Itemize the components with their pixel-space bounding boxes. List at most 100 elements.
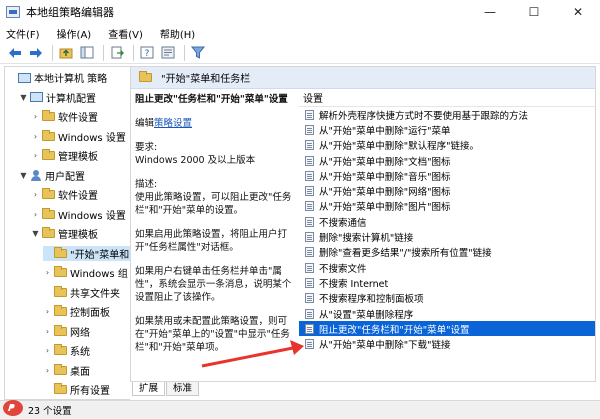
setting-title: 阻止更改"任务栏和"开始"菜单"设置 [135, 94, 288, 105]
export-list-button[interactable] [108, 44, 126, 62]
setting-row[interactable]: 不搜索文件 [299, 260, 595, 275]
tree-item[interactable]: › 网络 [43, 324, 130, 339]
up-one-level-button[interactable] [57, 44, 75, 62]
settings-column-header[interactable]: 设置 [299, 89, 595, 107]
tab-extended[interactable]: 扩展 [132, 382, 166, 396]
tab-standard[interactable]: 标准 [166, 382, 200, 396]
tree-item-label: Windows 设置 [58, 210, 126, 222]
tree-item-label: 软件设置 [58, 113, 98, 124]
minimize-button[interactable]: — [468, 0, 512, 24]
expand-chevron-icon[interactable]: ▼ [19, 171, 28, 180]
help-button[interactable]: ? [138, 44, 156, 62]
toolbar: ? [0, 42, 600, 64]
window-title: 本地组策略编辑器 [26, 6, 114, 19]
tree-item-label: 管理模板 [58, 152, 98, 163]
status-bar: 23 个设置 [0, 400, 600, 419]
setting-row[interactable]: 删除"搜索计算机"链接 [299, 229, 595, 244]
tree-item[interactable]: › 系统 [43, 343, 130, 358]
setting-row[interactable]: 从"开始"菜单中删除"默认程序"链接。 [299, 138, 595, 153]
close-button[interactable]: ✕ [556, 0, 600, 24]
setting-row[interactable]: 不搜索 Internet [299, 275, 595, 290]
maximize-button[interactable]: ☐ [512, 0, 556, 24]
toolbar-separator [103, 44, 104, 61]
expand-chevron-icon[interactable]: › [43, 307, 52, 316]
setting-label: 不搜索文件 [319, 263, 367, 275]
setting-label: 从"开始"菜单中删除"图片"图标 [319, 202, 451, 214]
setting-row[interactable]: 从"开始"菜单中删除"文档"图标 [299, 153, 595, 168]
setting-row[interactable]: 从"开始"菜单中删除"图片"图标 [299, 199, 595, 214]
policy-setting-icon [305, 109, 314, 120]
expand-chevron-icon[interactable]: ▼ [19, 93, 28, 102]
expand-chevron-icon[interactable]: › [31, 190, 40, 199]
policy-editor-app-icon [6, 6, 20, 18]
policy-setting-icon [305, 170, 314, 181]
folder-icon [54, 246, 67, 258]
tree-item[interactable]: › 软件设置 [31, 109, 130, 124]
setting-row[interactable]: 不搜索通信 [299, 214, 595, 229]
menu-help[interactable]: 帮助(H) [160, 26, 195, 41]
menu-view[interactable]: 查看(V) [108, 26, 143, 41]
tree-item-label: 系统 [70, 347, 90, 358]
expand-chevron-icon[interactable]: › [31, 151, 40, 160]
tree-item[interactable]: › 桌面 [43, 363, 130, 378]
folder-icon [54, 305, 67, 316]
setting-row[interactable]: 删除"查看更多结果"/"搜索所有位置"链接 [299, 245, 595, 260]
expand-chevron-icon[interactable]: › [43, 366, 52, 375]
description-disabled: 如果禁用或未配置此策略设置，则可在"开始"菜单上的"设置"中显示"任务栏"和"开… [135, 316, 290, 353]
properties-button[interactable] [159, 44, 177, 62]
menu-action[interactable]: 操作(A) [57, 26, 92, 41]
setting-row[interactable]: 从"开始"菜单中删除"运行"菜单 [299, 122, 595, 137]
policy-setting-icon [305, 308, 314, 319]
tree-item[interactable]: › 管理模板 [31, 148, 130, 163]
tree-item[interactable]: ▼ 管理模板 [31, 226, 130, 241]
setting-row[interactable]: 从"开始"菜单中删除"下载"链接 [299, 336, 595, 351]
tree-item[interactable]: › 软件设置 [31, 187, 130, 202]
setting-label: 从"开始"菜单中删除"音乐"图标 [319, 171, 451, 183]
properties-icon [161, 46, 175, 59]
setting-label: 不搜索通信 [319, 217, 367, 229]
show-hide-tree-button[interactable] [78, 44, 96, 62]
setting-row[interactable]: 不搜索程序和控制面板项 [299, 291, 595, 306]
setting-label: 删除"查看更多结果"/"搜索所有位置"链接 [319, 248, 492, 260]
back-arrow-icon [9, 47, 21, 58]
expand-chevron-icon[interactable]: › [31, 112, 40, 121]
forward-button[interactable] [27, 44, 45, 62]
edit-policy-link[interactable]: 策略设置 [154, 118, 192, 129]
tree-item[interactable]: › Windows 设置 [31, 207, 130, 222]
description-text: 使用此策略设置，可以阻止更改"任务栏"和"开始"菜单的设置。 [135, 192, 292, 216]
menu-file[interactable]: 文件(F) [6, 26, 40, 41]
expand-chevron-icon[interactable]: › [43, 327, 52, 336]
setting-row[interactable]: 解析外壳程序快捷方式时不要使用基于跟踪的方法 [299, 107, 595, 122]
expand-chevron-icon[interactable]: › [31, 210, 40, 219]
folder-icon [54, 285, 67, 297]
folder-icon [54, 266, 67, 277]
tree-item[interactable]: ▼ 计算机配置 [19, 90, 130, 105]
window-controls: — ☐ ✕ [468, 0, 600, 24]
setting-row[interactable]: 从"开始"菜单中删除"网络"图标 [299, 183, 595, 198]
tree-item[interactable]: 共享文件夹 [43, 285, 130, 300]
folder-icon [42, 149, 55, 160]
expand-chevron-icon[interactable]: › [43, 346, 52, 355]
tree-item[interactable]: › Windows 设置 [31, 129, 130, 144]
tree-item[interactable]: 所有设置 [43, 382, 130, 397]
back-button[interactable] [6, 44, 24, 62]
folder-icon [54, 324, 67, 336]
tree-item[interactable]: › Windows 组 [43, 265, 130, 280]
folder-icon [42, 188, 55, 199]
expand-chevron-icon[interactable]: › [31, 132, 40, 141]
tree-item-label: Windows 设置 [58, 132, 126, 144]
expand-chevron-icon[interactable]: › [43, 268, 52, 277]
setting-row[interactable]: 从"设置"菜单删除程序 [299, 306, 595, 321]
tree-item[interactable]: › 控制面板 [43, 304, 130, 319]
policy-setting-icon [305, 323, 314, 334]
tree-item[interactable]: "开始"菜单和 [43, 245, 130, 261]
tree-item[interactable]: ▼ 用户配置 [19, 168, 130, 183]
setting-row[interactable]: 从"开始"菜单中删除"音乐"图标 [299, 168, 595, 183]
requirements-value: Windows 2000 及以上版本 [135, 155, 256, 166]
edit-policy-line: 编辑策略设置 [135, 117, 295, 130]
tree-item[interactable]: 本地计算机 策略 [7, 70, 130, 85]
setting-row[interactable]: 阻止更改"任务栏和"开始"菜单"设置 [299, 321, 595, 337]
expand-chevron-icon[interactable]: ▼ [31, 229, 40, 238]
filter-button[interactable] [189, 44, 207, 62]
php-logo-icon [3, 400, 23, 416]
